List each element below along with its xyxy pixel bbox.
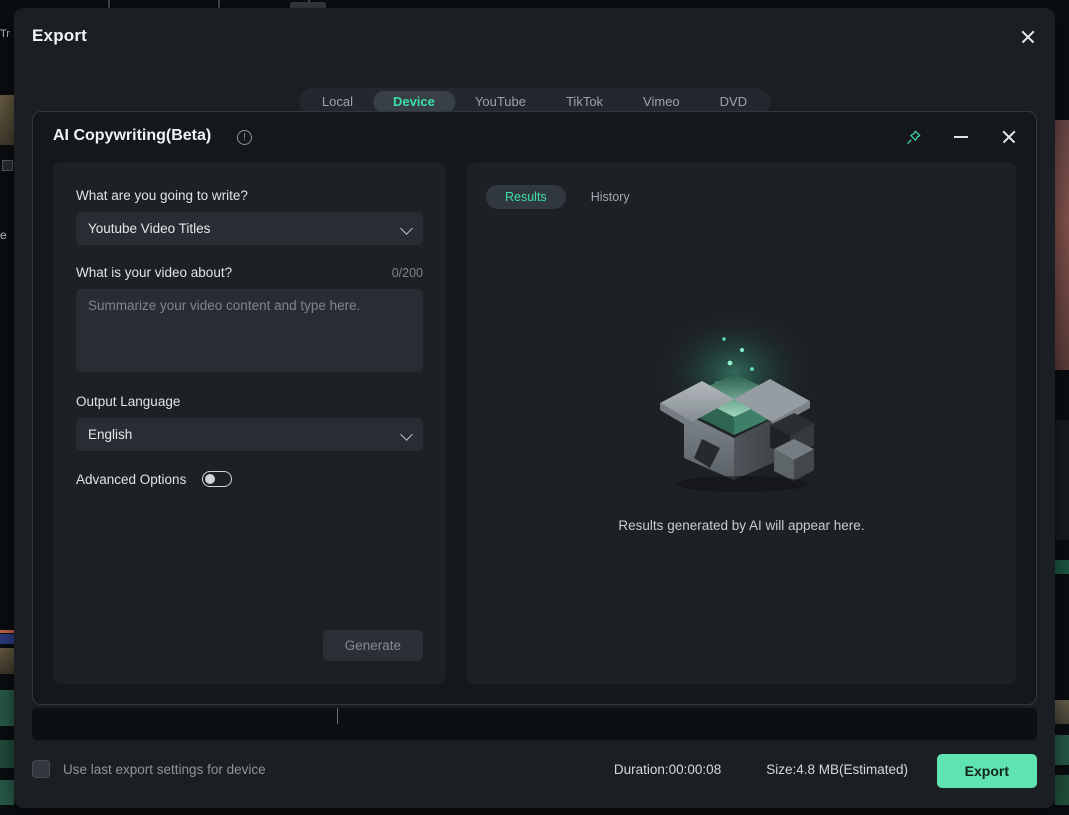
background-media-thumb (0, 95, 14, 145)
use-last-settings-label: Use last export settings for device (63, 761, 266, 777)
results-empty-text: Results generated by AI will appear here… (618, 518, 865, 533)
use-last-settings-checkbox-row[interactable]: Use last export settings for device (32, 760, 266, 778)
open-box-illustration (655, 317, 814, 492)
size-text: Size:4.8 MB(Estimated) (766, 762, 908, 777)
ai-panel-window-controls (900, 124, 1022, 150)
write-type-value: Youtube Video Titles (88, 221, 211, 236)
background-track-clip (1055, 775, 1069, 805)
chevron-down-icon (400, 222, 413, 235)
advanced-options-toggle[interactable] (202, 471, 233, 487)
ai-copywriting-panel: AI Copywriting(Beta) ! What are you goin… (32, 111, 1037, 705)
export-dialog: Export Local Device YouTube TikTok Vimeo… (14, 8, 1055, 808)
video-about-label-row: What is your video about? 0/200 (76, 265, 423, 280)
tab-results[interactable]: Results (486, 185, 566, 209)
export-close-button[interactable] (1011, 20, 1045, 54)
output-language-select[interactable]: English (76, 418, 423, 451)
background-track-marker (0, 630, 14, 633)
background-track-clip (0, 634, 14, 644)
duration-text: Duration:00:00:08 (613, 762, 722, 777)
background-track-clip (1055, 735, 1069, 765)
write-type-select[interactable]: Youtube Video Titles (76, 212, 423, 245)
background-track-clip (0, 780, 14, 805)
playhead-marker (337, 708, 338, 724)
ai-panel-minimize-button[interactable] (948, 124, 974, 150)
background-track-clip (1055, 560, 1069, 574)
export-button[interactable]: Export (936, 754, 1037, 788)
tab-device[interactable]: Device (372, 91, 455, 113)
ai-results-column: Results History Results generated by AI … (467, 162, 1016, 684)
background-text-fragment: Tr (0, 28, 10, 40)
export-footer: Use last export settings for device Dura… (14, 740, 1055, 808)
ai-panel-title: AI Copywriting(Beta) (53, 127, 212, 144)
background-track-clip (0, 690, 14, 726)
export-titlebar: Export (14, 8, 1055, 66)
export-preview-strip (32, 708, 1037, 740)
background-track-clip (0, 740, 14, 768)
close-icon (1020, 29, 1036, 45)
screen: e Tr Export Local Device YouTube TikTok … (0, 0, 1069, 815)
ai-form-column: What are you going to write? Youtube Vid… (53, 162, 446, 684)
ai-panel-body: What are you going to write? Youtube Vid… (53, 162, 1016, 684)
minimize-icon (954, 136, 968, 138)
advanced-options-row: Advanced Options (76, 471, 423, 487)
write-type-label: What are you going to write? (76, 188, 248, 203)
ai-panel-header: AI Copywriting(Beta) ! (33, 112, 1036, 164)
tab-local[interactable]: Local (302, 91, 373, 113)
page-title: Export (32, 26, 88, 45)
output-language-value: English (88, 427, 133, 442)
generate-button[interactable]: Generate (322, 630, 423, 661)
export-meta-info: Duration:00:00:08 Size:4.8 MB(Estimated) (614, 762, 908, 777)
advanced-options-label: Advanced Options (76, 471, 187, 487)
background-media-thumb (1055, 700, 1069, 724)
toggle-knob (205, 474, 216, 484)
background-media-thumb (2, 160, 13, 171)
tab-dvd[interactable]: DVD (700, 91, 767, 113)
use-last-settings-checkbox[interactable] (32, 760, 50, 778)
pin-icon (906, 130, 920, 144)
background-text-fragment: e (0, 228, 7, 242)
ai-panel-close-button[interactable] (996, 124, 1022, 150)
close-icon (1001, 129, 1017, 145)
video-about-textarea[interactable]: Summarize your video content and type he… (76, 289, 423, 372)
video-about-label: What is your video about? (76, 265, 233, 280)
info-icon-glyph: ! (243, 131, 246, 143)
background-tick (218, 0, 220, 8)
tab-tiktok[interactable]: TikTok (546, 91, 623, 113)
background-track-clip (1055, 420, 1069, 540)
background-preview-media (1055, 120, 1069, 370)
info-icon[interactable]: ! (237, 130, 252, 145)
ai-panel-pin-button[interactable] (900, 124, 926, 150)
background-media-thumb (0, 648, 14, 674)
results-tabs: Results History (486, 185, 649, 209)
results-empty-state: Results generated by AI will appear here… (467, 317, 1016, 533)
tab-youtube[interactable]: YouTube (455, 91, 546, 113)
tab-history[interactable]: History (572, 185, 649, 209)
tab-vimeo[interactable]: Vimeo (623, 91, 700, 113)
character-counter: 0/200 (391, 266, 423, 280)
output-language-label: Output Language (76, 394, 181, 409)
chevron-down-icon (400, 428, 413, 441)
